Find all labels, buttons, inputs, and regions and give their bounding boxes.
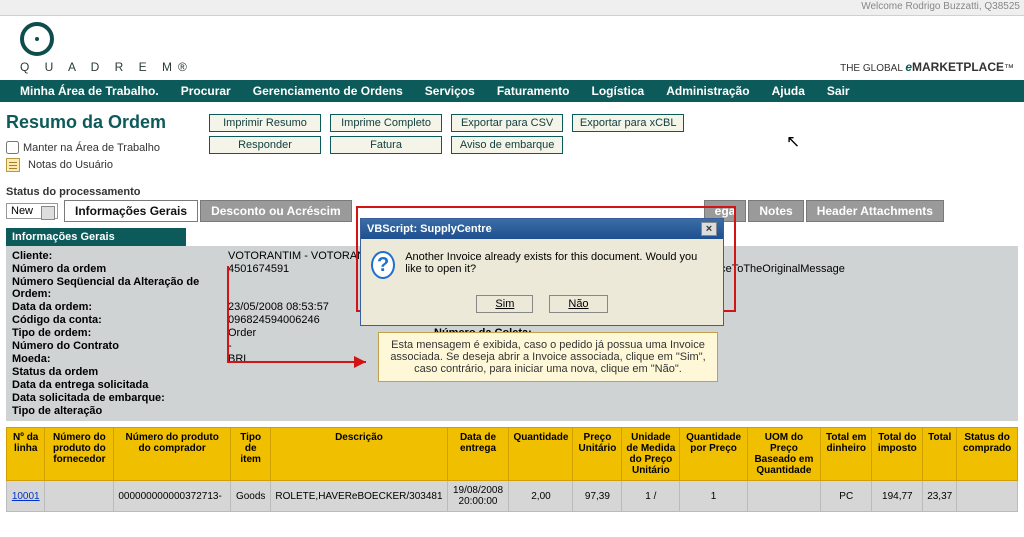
dialog-close-button[interactable]: × — [701, 222, 717, 236]
info-label: Tipo de ordem: — [12, 327, 222, 339]
menu-exit[interactable]: Sair — [827, 84, 850, 98]
info-label — [434, 392, 634, 404]
cell-total-cash: PC — [821, 481, 872, 512]
brand-name: Q U A D R E M® — [20, 60, 187, 74]
print-full-button[interactable]: Imprime Completo — [330, 114, 442, 132]
table-header: Preço Unitário — [573, 428, 622, 481]
table-header: Descrição — [271, 428, 447, 481]
export-csv-button[interactable]: Exportar para CSV — [451, 114, 563, 132]
cell-uom: 1 / — [622, 481, 680, 512]
info-label: Tipo de alteração — [12, 405, 222, 417]
cell-total-tax: 194,77 — [872, 481, 923, 512]
table-header: Total — [923, 428, 957, 481]
export-xcbl-button[interactable]: Exportar para xCBL — [572, 114, 684, 132]
info-label: Data solicitada de embarque: — [12, 392, 222, 404]
welcome-text: Welcome Rodrigo Buzzatti, Q38525 — [861, 1, 1020, 14]
cell-status — [957, 481, 1018, 512]
tab-discount[interactable]: Desconto ou Acréscim — [200, 200, 352, 222]
annotation-tooltip: Esta mensagem é exibida, caso o pedido j… — [378, 332, 718, 382]
tab-notes[interactable]: Notes — [748, 200, 803, 222]
info-value — [228, 392, 428, 404]
table-header: Total em dinheiro — [821, 428, 872, 481]
cursor-icon: ↖ — [786, 132, 800, 152]
brand-block: Q U A D R E M® — [20, 22, 187, 74]
menu-services[interactable]: Serviços — [425, 84, 475, 98]
menu-search[interactable]: Procurar — [181, 84, 231, 98]
invoice-button[interactable]: Fatura — [330, 136, 442, 154]
info-value — [228, 405, 428, 417]
menu-logistics[interactable]: Logística — [592, 84, 645, 98]
info-label: Moeda: — [12, 353, 222, 365]
main-menu: Minha Área de Trabalho. Procurar Gerenci… — [0, 80, 1024, 102]
dialog-yes-button[interactable]: Sim — [476, 295, 533, 313]
info-value — [640, 405, 900, 417]
page-title: Resumo da Ordem — [6, 112, 186, 133]
question-icon: ? — [371, 251, 395, 279]
table-header: Data de entrega — [447, 428, 509, 481]
menu-billing[interactable]: Faturamento — [497, 84, 570, 98]
cell-delivery: 19/08/2008 20:00:00 — [447, 481, 509, 512]
dialog-title: VBScript: SupplyCentre — [367, 223, 492, 235]
ship-notice-button[interactable]: Aviso de embarque — [451, 136, 563, 154]
table-header: Número do produto do comprador — [114, 428, 231, 481]
table-header: Total do imposto — [872, 428, 923, 481]
cell-qty-price: 1 — [680, 481, 747, 512]
info-label: Número da ordem — [12, 263, 222, 275]
table-row: 10001 000000000000372713- Goods ROLETE,H… — [7, 481, 1018, 512]
line-link[interactable]: 10001 — [12, 491, 40, 502]
dialog-message: Another Invoice already exists for this … — [405, 251, 713, 275]
info-label: Cliente: — [12, 250, 222, 262]
info-label — [434, 405, 634, 417]
keep-workarea-label: Manter na Área de Trabalho — [23, 142, 160, 154]
respond-button[interactable]: Responder — [209, 136, 321, 154]
vbscript-dialog: VBScript: SupplyCentre × ? Another Invoi… — [360, 218, 724, 326]
cell-supplier-prod — [45, 481, 114, 512]
menu-admin[interactable]: Administração — [666, 84, 749, 98]
cell-uom-qty — [747, 481, 820, 512]
table-header: Nº da linha — [7, 428, 45, 481]
table-header: UOM do Preço Baseado em Quantidade — [747, 428, 820, 481]
menu-workarea[interactable]: Minha Área de Trabalho. — [20, 84, 159, 98]
info-value — [640, 392, 900, 404]
keep-workarea-check[interactable]: Manter na Área de Trabalho — [6, 141, 186, 154]
tab-attachments[interactable]: Header Attachments — [806, 200, 944, 222]
user-notes-label: Notas do Usuário — [28, 159, 113, 171]
table-header: Número do produto do fornecedor — [45, 428, 114, 481]
info-header: Informações Gerais — [6, 228, 186, 246]
info-label: Número do Contrato — [12, 340, 222, 352]
line-items-table: Nº da linhaNúmero do produto do forneced… — [6, 427, 1018, 512]
info-label: Data da ordem: — [12, 301, 222, 313]
slogan: THE GLOBAL eMARKETPLACE™ — [840, 60, 1014, 74]
cell-total: 23,37 — [923, 481, 957, 512]
keep-workarea-checkbox[interactable] — [6, 141, 19, 154]
user-notes-link[interactable]: Notas do Usuário — [6, 158, 186, 172]
print-summary-button[interactable]: Imprimir Resumo — [209, 114, 321, 132]
info-label: Código da conta: — [12, 314, 222, 326]
info-label: Número Seqüencial da Alteração de Ordem: — [12, 276, 222, 300]
table-header: Tipo de item — [230, 428, 270, 481]
cell-qty: 2,00 — [509, 481, 573, 512]
cell-desc: ROLETE,HAVEReBOECKER/303481 — [271, 481, 447, 512]
table-header: Status do comprado — [957, 428, 1018, 481]
notes-icon — [6, 158, 20, 172]
info-label: Status da ordem — [12, 366, 222, 378]
tab-general-info[interactable]: Informações Gerais — [64, 200, 198, 222]
table-header: Quantidade — [509, 428, 573, 481]
info-label: Data da entrega solicitada — [12, 379, 222, 391]
menu-orders[interactable]: Gerenciamento de Ordens — [253, 84, 403, 98]
menu-help[interactable]: Ajuda — [772, 84, 805, 98]
dialog-no-button[interactable]: Não — [549, 295, 607, 313]
status-select[interactable]: New — [6, 203, 58, 219]
brand-logo-icon — [20, 22, 54, 56]
cell-item-type: Goods — [230, 481, 270, 512]
table-header: Unidade de Medida do Preço Unitário — [622, 428, 680, 481]
status-label: Status do processamento — [6, 186, 1018, 198]
cell-unit-price: 97,39 — [573, 481, 622, 512]
table-header: Quantidade por Preço — [680, 428, 747, 481]
cell-buyer-prod: 000000000000372713- — [114, 481, 231, 512]
